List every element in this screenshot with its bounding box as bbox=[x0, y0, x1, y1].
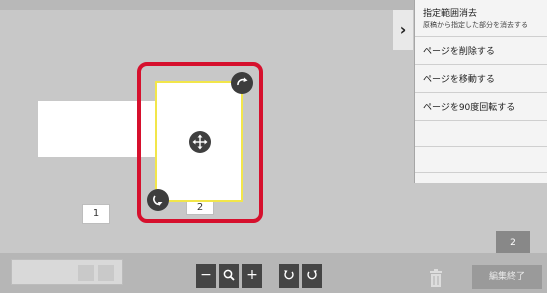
menu-item-erase-area[interactable]: 指定範囲消去 原稿から指定した部分を消去する bbox=[415, 0, 547, 37]
menu-item-empty bbox=[415, 121, 547, 147]
rotate-cw-view-icon[interactable] bbox=[302, 264, 322, 288]
nav-next-button[interactable] bbox=[98, 265, 114, 281]
menu-item-label: ページを90度回転する bbox=[423, 103, 516, 113]
edit-menu: 指定範囲消去 原稿から指定した部分を消去する ページを削除する ページを移動する… bbox=[414, 0, 547, 183]
menu-item-move-page[interactable]: ページを移動する bbox=[415, 65, 547, 93]
magnifier-icon[interactable] bbox=[219, 264, 239, 288]
menu-item-sublabel: 原稿から指定した部分を消去する bbox=[423, 21, 528, 29]
finish-edit-button[interactable]: 編集終了 bbox=[472, 265, 542, 289]
menu-item-rotate-page[interactable]: ページを90度回転する bbox=[415, 93, 547, 121]
menu-item-delete-page[interactable]: ページを削除する bbox=[415, 37, 547, 65]
nav-prev-button[interactable] bbox=[78, 265, 94, 281]
menu-item-label: ページを削除する bbox=[423, 47, 495, 57]
page-count-badge: 2 bbox=[496, 231, 530, 255]
menu-item-empty bbox=[415, 147, 547, 173]
trash-icon[interactable] bbox=[428, 268, 444, 288]
move-icon[interactable] bbox=[189, 131, 211, 153]
zoom-out-button[interactable]: − bbox=[196, 264, 216, 288]
rotate-ccw-icon[interactable] bbox=[147, 189, 169, 211]
rotate-cw-icon[interactable] bbox=[231, 72, 253, 94]
zoom-in-button[interactable]: + bbox=[242, 264, 262, 288]
chevron-right-icon[interactable]: › bbox=[393, 10, 413, 50]
rotate-ccw-view-icon[interactable] bbox=[279, 264, 299, 288]
page-number-1: 1 bbox=[82, 204, 110, 224]
menu-item-label: 指定範囲消去 bbox=[423, 9, 478, 19]
menu-item-label: ページを移動する bbox=[423, 75, 495, 85]
